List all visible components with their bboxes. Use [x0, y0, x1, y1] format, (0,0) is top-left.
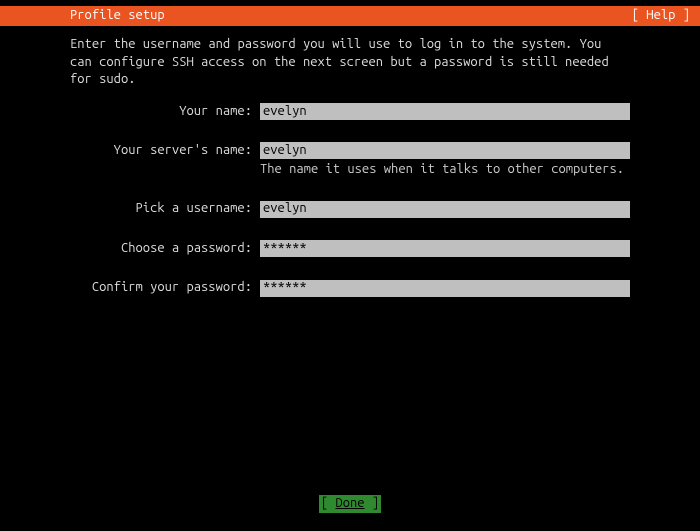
label-server-name: Your server's name:: [70, 142, 260, 160]
your-name-input[interactable]: [260, 103, 630, 120]
installer-screen: Profile setup [ Help ] Enter the usernam…: [0, 6, 700, 531]
done-button[interactable]: [ Done ]: [319, 495, 381, 513]
label-password: Choose a password:: [70, 240, 260, 258]
row-password: Choose a password:: [70, 240, 630, 258]
form-body: Enter the username and password you will…: [0, 26, 700, 297]
intro-text: Enter the username and password you will…: [70, 36, 630, 89]
label-your-name: Your name:: [70, 103, 260, 121]
help-button[interactable]: [ Help ]: [632, 7, 690, 25]
page-title: Profile setup: [70, 7, 165, 25]
header-bar: Profile setup [ Help ]: [0, 6, 700, 26]
row-your-name: Your name:: [70, 103, 630, 121]
server-name-hint: The name it uses when it talks to other …: [260, 161, 630, 179]
row-username: Pick a username:: [70, 200, 630, 218]
label-confirm-password: Confirm your password:: [70, 279, 260, 297]
row-confirm-password: Confirm your password:: [70, 279, 630, 297]
server-name-input[interactable]: [260, 142, 630, 159]
password-input[interactable]: [260, 240, 630, 257]
username-input[interactable]: [260, 201, 630, 218]
label-username: Pick a username:: [70, 200, 260, 218]
footer-bar: [ Done ]: [0, 495, 700, 513]
row-server-name: Your server's name: The name it uses whe…: [70, 142, 630, 178]
done-label: Done: [335, 496, 364, 510]
confirm-password-input[interactable]: [260, 280, 630, 297]
